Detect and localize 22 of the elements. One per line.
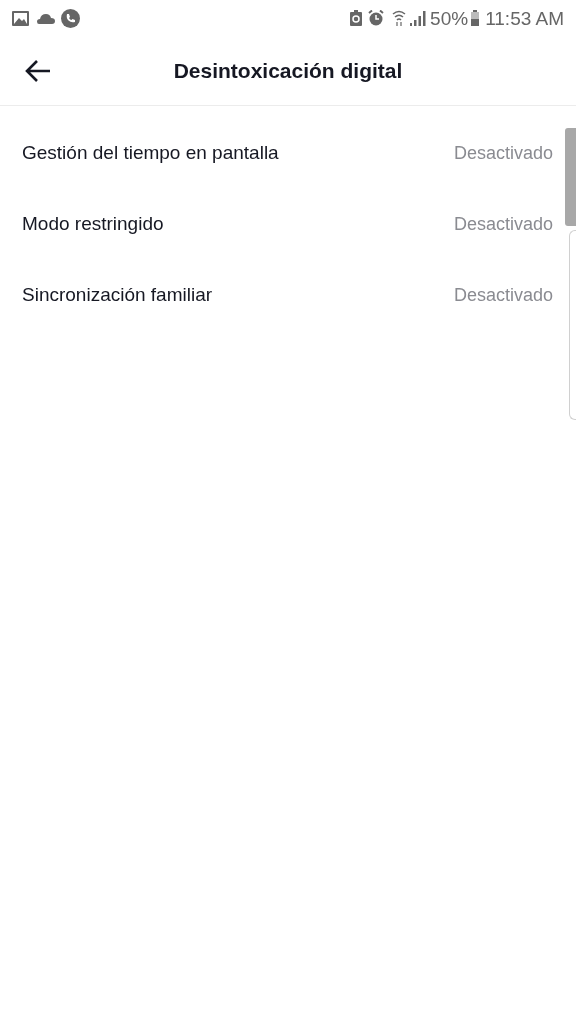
page-title: Desintoxicación digital [173,57,403,84]
setting-value: Desactivado [453,213,553,236]
settings-row[interactable]: Gestión del tiempo en pantalla Desactivado [0,118,564,189]
edge-panel-handle[interactable] [569,230,576,420]
setting-value: Desactivado [453,284,553,307]
setting-label: Sincronización familiar [22,283,213,308]
cloud-icon [37,12,55,24]
clock-time: 11:53 AM [485,8,564,28]
phone-icon [61,8,80,28]
setting-label: Modo restringido [22,212,164,237]
settings-row[interactable]: Modo restringido Desactivado [0,189,564,260]
battery-percentage: 50% [430,8,469,28]
back-arrow-icon [24,58,52,83]
wifi-icon [392,10,407,26]
battery-saver-icon [350,10,363,26]
setting-value: Desactivado [453,142,553,165]
setting-label: Gestión del tiempo en pantalla [22,141,279,166]
settings-row[interactable]: Sincronización familiar Desactivado [0,260,564,331]
gallery-icon [12,10,29,26]
signal-icon [410,10,427,26]
battery-icon [471,10,480,26]
alarm-icon [368,10,385,26]
